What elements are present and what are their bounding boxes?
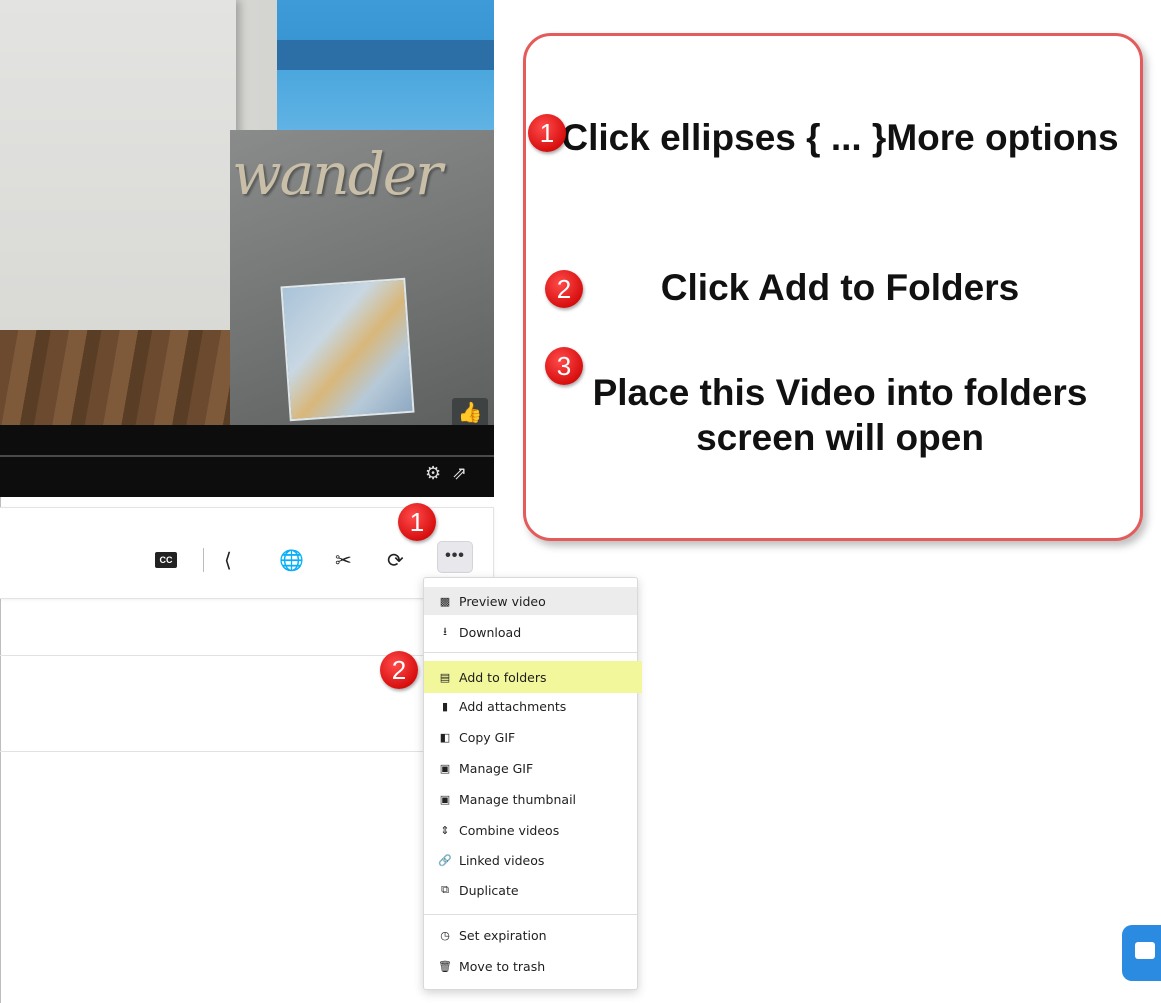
closed-captions-icon[interactable]: CC bbox=[155, 552, 177, 568]
wood-floor bbox=[0, 330, 236, 425]
more-options-menu: ▩ Preview video ⭳ Download ▤ Add to fold… bbox=[423, 577, 642, 990]
step-2-instruction: Click Add to Folders bbox=[660, 267, 1020, 308]
toolbar-divider bbox=[203, 548, 204, 572]
menu-item-manage-thumbnail[interactable]: ▣ Manage thumbnail bbox=[424, 785, 637, 813]
image-file-icon: ▣ bbox=[439, 761, 451, 775]
link-icon: 🔗 bbox=[438, 853, 452, 867]
step-3-instruction: Place this Video into folders screen wil… bbox=[592, 372, 1088, 458]
download-icon: ⭳ bbox=[443, 624, 447, 638]
wander-sign: wander bbox=[232, 140, 443, 208]
video-camera-icon: ▩ bbox=[439, 594, 451, 608]
chat-bubble-icon bbox=[1135, 942, 1155, 959]
refresh-icon[interactable]: ⟳ bbox=[387, 549, 404, 571]
chat-widget-button[interactable] bbox=[1122, 925, 1161, 981]
menu-item-linked-videos[interactable]: 🔗 Linked videos bbox=[424, 846, 637, 874]
menu-item-preview-video[interactable]: ▩ Preview video bbox=[424, 587, 637, 615]
content-divider bbox=[0, 655, 423, 656]
menu-item-move-to-trash[interactable]: 🗑 Move to trash bbox=[424, 952, 637, 980]
image-file-icon: ▣ bbox=[439, 792, 451, 806]
duplicate-icon: ⧉ bbox=[441, 883, 449, 896]
content-divider bbox=[0, 751, 423, 752]
trash-icon: 🗑 bbox=[438, 959, 452, 973]
copy-icon: ◧ bbox=[439, 730, 451, 744]
book-cover bbox=[280, 277, 415, 422]
player-controls bbox=[0, 425, 494, 497]
more-options-button[interactable]: ••• bbox=[437, 541, 473, 573]
menu-item-add-attachments[interactable]: ▮ Add attachments bbox=[424, 692, 637, 720]
menu-item-set-expiration[interactable]: ◷ Set expiration bbox=[424, 921, 637, 949]
progress-bar[interactable] bbox=[0, 455, 494, 457]
menu-item-label: Manage thumbnail bbox=[459, 791, 577, 807]
menu-item-label: Preview video bbox=[459, 593, 546, 609]
clock-icon: ◷ bbox=[440, 928, 450, 942]
menu-item-download[interactable]: ⭳ Download bbox=[424, 618, 637, 646]
fullscreen-icon[interactable]: ⇗ bbox=[452, 463, 467, 484]
menu-item-label: Move to trash bbox=[459, 958, 546, 974]
step-2-badge: 2 bbox=[545, 270, 583, 308]
step-1-instruction: Click ellipses { ... }More options bbox=[561, 117, 1119, 158]
share-icon[interactable]: ⟨ bbox=[224, 549, 232, 571]
thumbs-up-icon[interactable]: 👍 bbox=[452, 398, 488, 428]
menu-item-duplicate[interactable]: ⧉ Duplicate bbox=[424, 876, 637, 904]
menu-item-manage-gif[interactable]: ▣ Manage GIF bbox=[424, 754, 637, 782]
menu-item-copy-gif[interactable]: ◧ Copy GIF bbox=[424, 723, 637, 751]
step-1-badge: 1 bbox=[528, 114, 566, 152]
step-1-toolbar-badge: 1 bbox=[398, 503, 436, 541]
menu-item-combine-videos[interactable]: ⇕ Combine videos bbox=[424, 816, 637, 844]
blank-canvas bbox=[0, 0, 236, 330]
menu-item-label: Set expiration bbox=[459, 927, 547, 943]
blue-artwork-stripe bbox=[277, 40, 494, 70]
folder-list-icon: ▤ bbox=[439, 670, 451, 684]
step-3-badge: 3 bbox=[545, 347, 583, 385]
video-player[interactable]: wander 👍 ⚙ ⇗ bbox=[0, 0, 494, 497]
menu-item-label: Linked videos bbox=[459, 852, 545, 868]
menu-divider bbox=[424, 652, 637, 653]
settings-gear-icon[interactable]: ⚙ bbox=[425, 463, 441, 484]
menu-item-label: Download bbox=[459, 624, 522, 640]
menu-item-label: Duplicate bbox=[459, 882, 519, 898]
step-2-menu-badge: 2 bbox=[380, 651, 418, 689]
menu-item-label: Manage GIF bbox=[459, 760, 534, 776]
menu-divider bbox=[424, 914, 637, 915]
menu-item-label: Add attachments bbox=[459, 698, 567, 714]
menu-item-label: Copy GIF bbox=[459, 729, 516, 745]
combine-icon: ⇕ bbox=[440, 823, 450, 837]
globe-icon[interactable]: 🌐 bbox=[279, 549, 304, 571]
scissors-icon[interactable]: ✂ bbox=[335, 549, 352, 571]
menu-item-add-to-folders[interactable]: ▤ Add to folders bbox=[424, 661, 642, 693]
menu-item-label: Combine videos bbox=[459, 822, 560, 838]
menu-item-label: Add to folders bbox=[459, 669, 547, 685]
file-icon: ▮ bbox=[441, 699, 449, 713]
